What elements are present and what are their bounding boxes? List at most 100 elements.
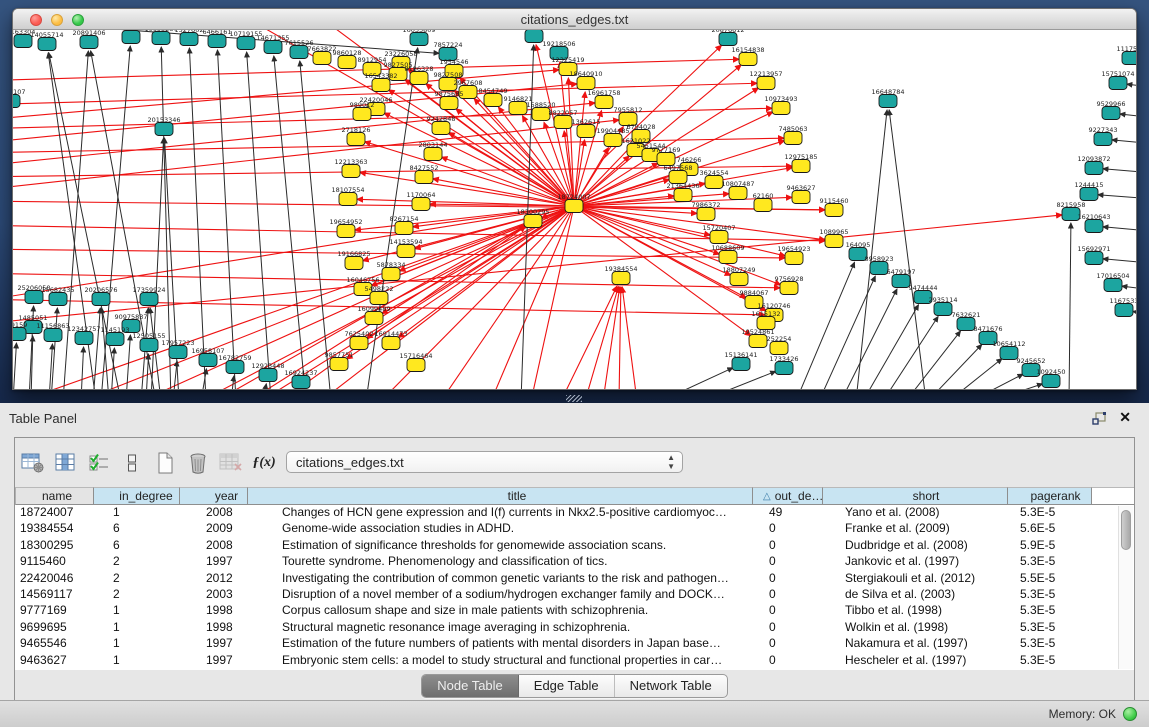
graph-node[interactable] [342, 165, 360, 178]
table-cell[interactable]: Stergiakouli et al. (2012) [823, 571, 1008, 587]
table-cell[interactable]: 2 [94, 554, 180, 570]
graph-node[interactable] [13, 328, 26, 341]
graph-node[interactable] [792, 160, 810, 173]
graph-node[interactable] [13, 95, 20, 108]
graph-node[interactable] [784, 132, 802, 145]
column-header-name[interactable]: name [15, 487, 94, 505]
show-columns-button[interactable] [53, 450, 79, 476]
graph-node[interactable] [739, 53, 757, 66]
graph-node[interactable] [577, 77, 595, 90]
graph-node[interactable] [424, 148, 442, 161]
table-cell[interactable]: 5.3E-5 [1008, 620, 1092, 636]
graph-node[interactable] [757, 77, 775, 90]
graph-node[interactable] [49, 293, 67, 306]
graph-node[interactable] [825, 235, 843, 248]
table-row[interactable]: 969969511998Structural magnetic resonanc… [15, 620, 1134, 636]
graph-node[interactable] [719, 251, 737, 264]
table-cell[interactable]: 6 [94, 538, 180, 554]
graph-node[interactable] [825, 204, 843, 217]
delete-trash-button[interactable] [185, 450, 211, 476]
column-header-out_de[interactable]: △out_de… [753, 487, 823, 505]
graph-node[interactable] [382, 268, 400, 281]
table-cell[interactable]: 0 [753, 603, 823, 619]
table-cell[interactable]: 14569117 [15, 587, 94, 603]
table-selector-dropdown[interactable]: citations_edges.txt ▲▼ [286, 451, 683, 473]
graph-node[interactable] [1109, 77, 1127, 90]
table-cell[interactable]: 5.3E-5 [1008, 653, 1092, 669]
table-cell[interactable]: Estimation of the future numbers of pati… [248, 636, 753, 652]
window-titlebar[interactable]: citations_edges.txt [13, 9, 1136, 30]
graph-node[interactable] [710, 231, 728, 244]
graph-node[interactable] [339, 193, 357, 206]
table-cell[interactable]: 9115460 [15, 554, 94, 570]
graph-node[interactable] [155, 123, 173, 136]
table-cell[interactable]: 2008 [180, 538, 248, 554]
graph-node[interactable] [749, 335, 767, 348]
table-cell[interactable]: Tibbo et al. (1998) [823, 603, 1008, 619]
scrollbar-thumb[interactable] [1121, 510, 1131, 550]
graph-node[interactable] [484, 94, 502, 107]
table-cell[interactable]: 2003 [180, 587, 248, 603]
graph-node[interactable] [44, 329, 62, 342]
graph-node[interactable] [25, 291, 43, 304]
table-vertical-scrollbar[interactable] [1118, 506, 1133, 669]
column-header-title[interactable]: title [248, 487, 753, 505]
graph-node[interactable] [1085, 252, 1103, 265]
table-row[interactable]: 1872400712008Changes of HCN gene express… [15, 505, 1134, 521]
table-cell[interactable]: 9699695 [15, 620, 94, 636]
graph-node[interactable] [1122, 52, 1136, 65]
graph-node[interactable] [365, 312, 383, 325]
table-cell[interactable]: 2 [94, 587, 180, 603]
graph-node[interactable] [106, 333, 124, 346]
graph-node[interactable] [1115, 304, 1133, 317]
table-cell[interactable]: Investigating the contribution of common… [248, 571, 753, 587]
graph-node[interactable] [14, 35, 32, 48]
graph-node[interactable] [152, 32, 170, 45]
graph-node[interactable] [1000, 347, 1018, 360]
graph-node[interactable] [754, 199, 772, 212]
graph-node[interactable] [1085, 220, 1103, 233]
table-row[interactable]: 911546021997Tourette syndrome. Phenomeno… [15, 554, 1134, 570]
graph-node[interactable] [870, 262, 888, 275]
graph-node[interactable] [1085, 162, 1103, 175]
graph-node[interactable] [732, 358, 750, 371]
table-row[interactable]: 1456911722003Disruption of a novel membe… [15, 587, 1134, 603]
table-cell[interactable]: Disruption of a novel member of a sodium… [248, 587, 753, 603]
graph-node[interactable] [1080, 188, 1098, 201]
table-row[interactable]: 1830029562008Estimation of significance … [15, 538, 1134, 554]
table-cell[interactable]: 22420046 [15, 571, 94, 587]
table-cell[interactable]: 2 [94, 571, 180, 587]
graph-node[interactable] [382, 337, 400, 350]
graph-node[interactable] [1102, 107, 1120, 120]
table-cell[interactable]: Embryonic stem cells: a model to study s… [248, 653, 753, 669]
graph-node[interactable] [1042, 375, 1060, 388]
graph-node[interactable] [565, 200, 583, 213]
table-cell[interactable]: 0 [753, 587, 823, 603]
table-cell[interactable]: 5.9E-5 [1008, 538, 1092, 554]
graph-node[interactable] [509, 102, 527, 115]
column-header-short[interactable]: short [823, 487, 1008, 505]
graph-node[interactable] [410, 72, 428, 85]
table-cell[interactable]: Changes of HCN gene expression and I(f) … [248, 505, 753, 521]
table-cell[interactable]: 5.6E-5 [1008, 521, 1092, 537]
graph-node[interactable] [1094, 133, 1112, 146]
table-cell[interactable]: Wolkin et al. (1998) [823, 620, 1008, 636]
graph-node[interactable] [122, 31, 140, 44]
graph-node[interactable] [577, 125, 595, 138]
graph-node[interactable] [432, 122, 450, 135]
graph-node[interactable] [395, 222, 413, 235]
graph-node[interactable] [792, 191, 810, 204]
graph-node[interactable] [780, 282, 798, 295]
graph-node[interactable] [407, 359, 425, 372]
table-cell[interactable]: Franke et al. (2009) [823, 521, 1008, 537]
graph-node[interactable] [595, 96, 613, 109]
graph-node[interactable] [879, 95, 897, 108]
graph-node[interactable] [208, 35, 226, 48]
graph-node[interactable] [290, 46, 308, 59]
graph-node[interactable] [92, 293, 110, 306]
table-cell[interactable]: Structural magnetic resonance image aver… [248, 620, 753, 636]
table-cell[interactable]: 0 [753, 571, 823, 587]
graph-node[interactable] [292, 376, 310, 389]
close-panel-icon[interactable]: ✕ [1119, 409, 1131, 426]
table-cell[interactable]: 2009 [180, 521, 248, 537]
